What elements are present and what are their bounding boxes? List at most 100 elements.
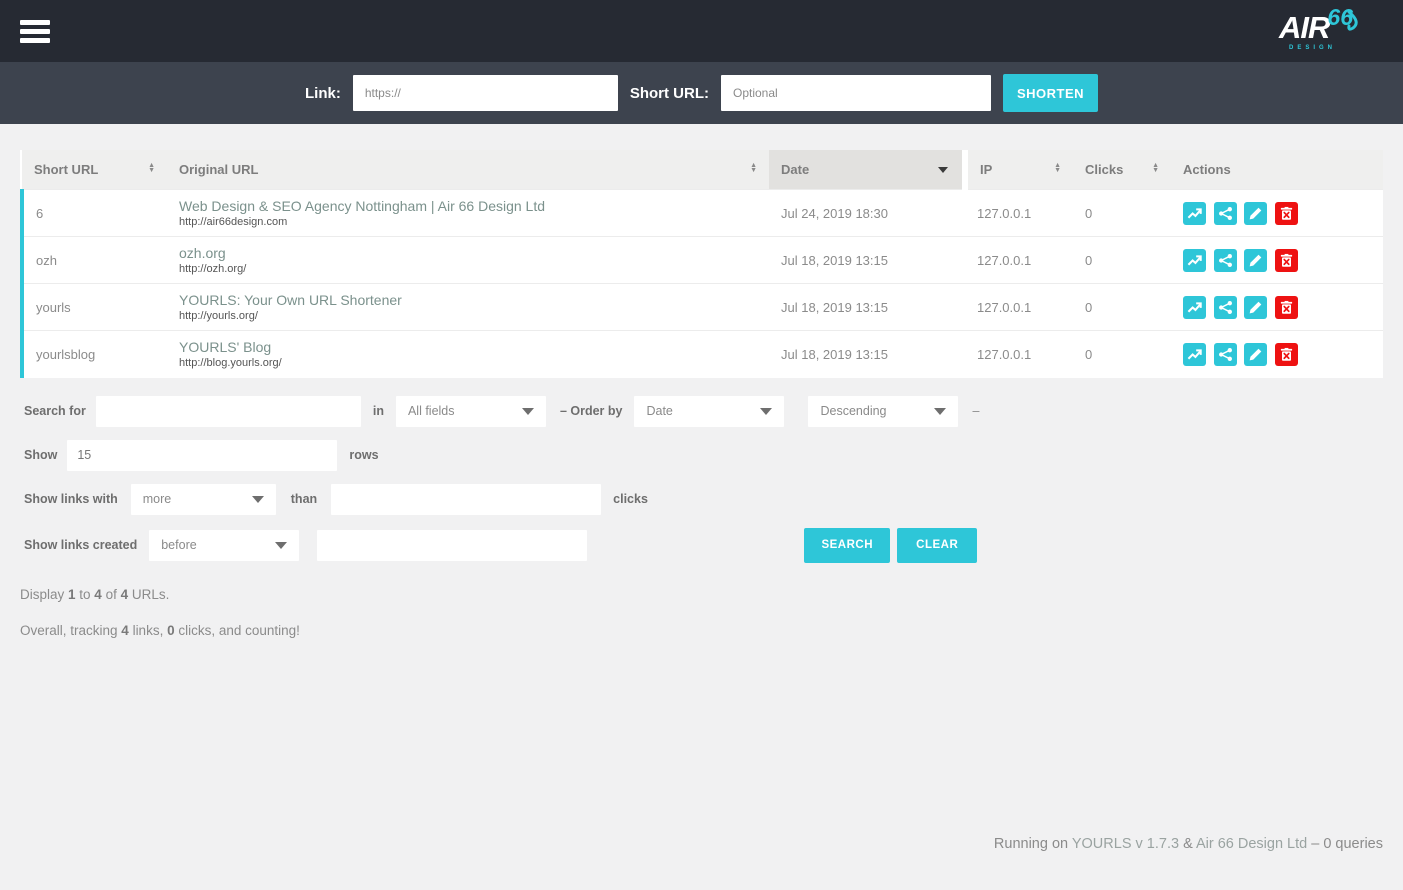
header-clicks[interactable]: Clicks ▲▼ [1073, 150, 1171, 190]
short-url-cell[interactable]: ozh [22, 237, 167, 284]
than-label: than [291, 492, 317, 506]
header-short-url[interactable]: Short URL ▲▼ [22, 150, 167, 190]
short-url-cell[interactable]: yourlsblog [22, 331, 167, 378]
link-title[interactable]: ozh.org [179, 245, 757, 261]
edit-button[interactable] [1244, 249, 1267, 272]
order-by-select[interactable]: Date [634, 396, 784, 427]
yourls-version-link[interactable]: YOURLS v 1.7.3 [1072, 836, 1179, 852]
clicks-cell: 0 [1073, 237, 1171, 284]
filter-row-search: Search for in All fields – Order by Date… [24, 396, 1383, 427]
header-original-url[interactable]: Original URL ▲▼ [167, 150, 769, 190]
chevron-down-icon [760, 408, 772, 415]
delete-button[interactable] [1275, 249, 1298, 272]
order-by-label: – Order by [560, 404, 623, 418]
created-date-input[interactable] [317, 530, 587, 561]
clicks-label: clicks [613, 492, 648, 506]
link-title[interactable]: YOURLS' Blog [179, 339, 757, 355]
delete-button[interactable] [1275, 343, 1298, 366]
short-url-cell[interactable]: 6 [22, 190, 167, 237]
stats-icon [1187, 347, 1202, 362]
stats-icon [1187, 206, 1202, 221]
clicks-cell: 0 [1073, 331, 1171, 378]
share-icon [1218, 206, 1233, 221]
actions-cell [1171, 284, 1383, 331]
delete-trash-icon [1279, 347, 1294, 362]
clear-button[interactable]: CLEAR [897, 528, 977, 563]
link-original-url: http://yourls.org/ [179, 310, 757, 322]
ip-cell: 127.0.0.1 [965, 284, 1073, 331]
ip-cell: 127.0.0.1 [965, 190, 1073, 237]
sort-arrows-icon: ▲▼ [1054, 163, 1061, 173]
order-direction-select[interactable]: Descending [808, 396, 958, 427]
original-url-cell: Web Design & SEO Agency Nottingham | Air… [167, 190, 769, 237]
table-row: yourlsblog YOURLS' Blog http://blog.your… [22, 331, 1383, 378]
filters-section: Search for in All fields – Order by Date… [24, 396, 1383, 563]
search-in-select[interactable]: All fields [396, 396, 546, 427]
link-input[interactable] [353, 75, 618, 111]
link-title[interactable]: YOURLS: Your Own URL Shortener [179, 292, 757, 308]
rows-count-input[interactable] [67, 440, 337, 471]
air66-link[interactable]: Air 66 Design Ltd [1196, 836, 1307, 852]
sort-desc-caret-icon [938, 167, 948, 173]
date-cell: Jul 18, 2019 13:15 [769, 284, 965, 331]
date-cell: Jul 18, 2019 13:15 [769, 237, 965, 284]
short-url-label: Short URL: [630, 85, 709, 102]
link-original-url: http://blog.yourls.org/ [179, 357, 757, 369]
header-ip[interactable]: IP ▲▼ [965, 150, 1073, 190]
link-label: Link: [305, 85, 341, 102]
search-button[interactable]: SEARCH [804, 528, 890, 563]
link-title[interactable]: Web Design & SEO Agency Nottingham | Air… [179, 198, 757, 214]
share-button[interactable] [1214, 249, 1237, 272]
chevron-down-icon [252, 496, 264, 503]
short-url-input[interactable] [721, 75, 991, 111]
edit-button[interactable] [1244, 296, 1267, 319]
sort-arrows-icon: ▲▼ [1152, 163, 1159, 173]
filter-row-show: Show rows [24, 440, 1383, 471]
stats-button[interactable] [1183, 296, 1206, 319]
share-button[interactable] [1214, 202, 1237, 225]
clicks-threshold-input[interactable] [331, 484, 601, 515]
sort-arrows-icon: ▲▼ [148, 163, 155, 173]
footer-queries: – 0 queries [1307, 836, 1383, 852]
delete-button[interactable] [1275, 296, 1298, 319]
original-url-cell: YOURLS' Blog http://blog.yourls.org/ [167, 331, 769, 378]
stats-button[interactable] [1183, 343, 1206, 366]
footer-prefix: Running on [994, 836, 1072, 852]
original-url-cell: ozh.org http://ozh.org/ [167, 237, 769, 284]
share-icon [1218, 253, 1233, 268]
share-button[interactable] [1214, 343, 1237, 366]
rows-label: rows [349, 448, 378, 462]
actions-cell [1171, 331, 1383, 378]
top-bar: AIR 66 DESIGN [0, 0, 1403, 62]
share-icon [1218, 347, 1233, 362]
short-url-cell[interactable]: yourls [22, 284, 167, 331]
ip-cell: 127.0.0.1 [965, 331, 1073, 378]
created-filter-select[interactable]: before [149, 530, 299, 561]
clicks-cell: 0 [1073, 190, 1171, 237]
share-button[interactable] [1214, 296, 1237, 319]
search-input[interactable] [96, 396, 361, 427]
share-icon [1218, 300, 1233, 315]
clicks-filter-select[interactable]: more [131, 484, 276, 515]
stats-button[interactable] [1183, 249, 1206, 272]
clicks-cell: 0 [1073, 284, 1171, 331]
links-with-label: Show links with [24, 492, 118, 506]
shorten-bar: Link: Short URL: SHORTEN [0, 62, 1403, 124]
table-header-row: Short URL ▲▼ Original URL ▲▼ Date IP ▲▼ … [22, 150, 1383, 190]
edit-pencil-icon [1248, 300, 1263, 315]
menu-hamburger-icon[interactable] [20, 16, 54, 47]
stats-button[interactable] [1183, 202, 1206, 225]
original-url-cell: YOURLS: Your Own URL Shortener http://yo… [167, 284, 769, 331]
ip-cell: 127.0.0.1 [965, 237, 1073, 284]
edit-button[interactable] [1244, 202, 1267, 225]
delete-trash-icon [1279, 253, 1294, 268]
footer: Running on YOURLS v 1.7.3 & Air 66 Desig… [994, 836, 1383, 852]
edit-pencil-icon [1248, 253, 1263, 268]
dash-text: – [972, 404, 979, 418]
show-label: Show [24, 448, 57, 462]
shorten-button[interactable]: SHORTEN [1003, 74, 1098, 112]
delete-button[interactable] [1275, 202, 1298, 225]
summary-section: Display 1 to 4 of 4 URLs. Overall, track… [20, 587, 1383, 638]
header-date[interactable]: Date [769, 150, 965, 190]
edit-button[interactable] [1244, 343, 1267, 366]
